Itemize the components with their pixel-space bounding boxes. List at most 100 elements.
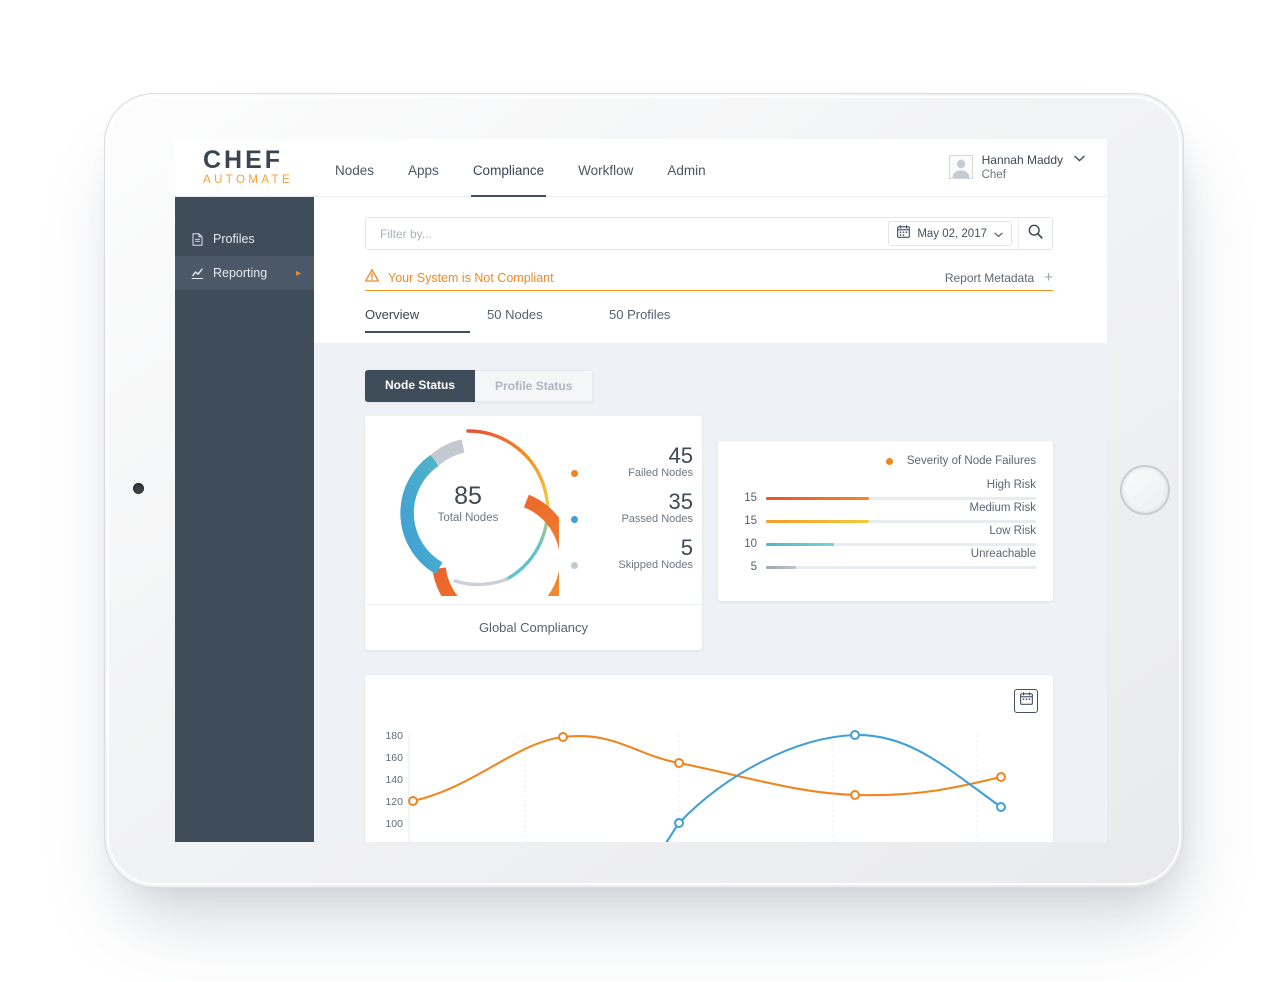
legend-item-failed: 45 Failed Nodes [571, 444, 693, 479]
severity-legend: Severity of Node Failures [885, 455, 1036, 467]
dashboard-body: Node Status Profile Status 85 Total Node… [314, 343, 1107, 842]
screenshot-scene: CHEF AUTOMATE Nodes Apps Compliance Work… [0, 0, 1282, 982]
nav-item-compliance[interactable]: Compliance [470, 143, 547, 197]
severity-name-high-risk: High Risk [986, 479, 1036, 491]
sidebar-item-reporting[interactable]: Reporting ▸ [175, 256, 314, 290]
nav-item-workflow[interactable]: Workflow [576, 143, 635, 197]
document-icon [191, 232, 204, 246]
tab-nodes[interactable]: 50 Nodes [487, 301, 609, 333]
report-metadata-toggle[interactable]: Report Metadata + [945, 270, 1053, 285]
sidebar-item-label-profiles: Profiles [213, 232, 255, 246]
user-name: Hannah Maddy [981, 152, 1063, 167]
legend-dot-passed [571, 515, 578, 523]
severity-name-unreachable: Unreachable [970, 548, 1036, 560]
severity-track-medium-risk [766, 520, 1036, 523]
calendar-icon [1019, 692, 1033, 710]
severity-track-low-risk [766, 543, 1036, 546]
user-role: Chef [981, 168, 1006, 181]
severity-value-medium-risk: 15 [744, 515, 757, 527]
brand-subtitle: AUTOMATE [203, 173, 294, 186]
search-button[interactable] [1018, 218, 1052, 249]
global-compliancy-card: 85 Total Nodes 45 Failed Nodes 35 Passed… [365, 416, 702, 650]
date-chevron-down-icon[interactable] [994, 225, 1003, 243]
legend-label-failed: Failed Nodes [628, 467, 693, 480]
calendar-icon [897, 224, 911, 243]
warning-triangle-icon [364, 268, 380, 287]
severity-rows: High Risk 15 Medium Risk 15 Low Risk 10 … [735, 479, 1036, 573]
severity-fill-low-risk [766, 543, 834, 546]
trend-chart-card: 180 160 140 120 100 80 60 [365, 675, 1053, 842]
donut-center-label: Total Nodes [437, 512, 499, 524]
severity-name-medium-risk: Medium Risk [969, 502, 1036, 514]
svg-text:80: 80 [391, 840, 403, 842]
legend-item-passed: 35 Passed Nodes [571, 490, 693, 525]
donut-chart: 85 Total Nodes [377, 424, 574, 632]
severity-row-high-risk: High Risk 15 [735, 479, 1036, 504]
toggle-node-status[interactable]: Node Status [365, 370, 476, 402]
tablet-home-button[interactable] [1120, 465, 1170, 515]
alert-message-group: Your System is Not Compliant [364, 268, 554, 287]
svg-text:120: 120 [385, 796, 403, 808]
sidebar-item-profiles[interactable]: Profiles [175, 222, 314, 256]
tab-overview[interactable]: Overview [365, 301, 487, 333]
severity-row-medium-risk: Medium Risk 15 [735, 502, 1036, 527]
severity-legend-dot [885, 457, 893, 465]
app-screen: CHEF AUTOMATE Nodes Apps Compliance Work… [175, 139, 1107, 842]
severity-track-high-risk [766, 497, 1036, 500]
trend-calendar-button[interactable] [1014, 689, 1038, 713]
status-toggle-group: Node Status Profile Status [365, 370, 594, 402]
report-metadata-label: Report Metadata [944, 270, 1035, 285]
nav-item-admin[interactable]: Admin [665, 143, 707, 197]
plus-icon[interactable]: + [1044, 270, 1053, 285]
toggle-profile-status[interactable]: Profile Status [475, 370, 594, 402]
brand-logo[interactable]: CHEF AUTOMATE [175, 147, 315, 187]
filter-input[interactable] [366, 226, 889, 241]
user-avatar-icon [948, 155, 973, 180]
compliance-alert-banner: Your System is Not Compliant Report Meta… [364, 265, 1053, 291]
app-header: CHEF AUTOMATE Nodes Apps Compliance Work… [175, 139, 1107, 197]
legend-value-failed: 45 [668, 443, 693, 468]
user-menu[interactable]: Hannah Maddy Chef [948, 152, 1107, 184]
content-header-area: May 02, 2017 [314, 197, 1107, 343]
donut-legend: 45 Failed Nodes 35 Passed Nodes 5 Skippe… [571, 444, 693, 582]
legend-dot-skipped [571, 561, 578, 569]
alert-text: Your System is Not Compliant [388, 270, 554, 285]
main-content: May 02, 2017 [314, 197, 1107, 842]
severity-card: Severity of Node Failures High Risk 15 M… [718, 441, 1053, 601]
filter-bar: May 02, 2017 [365, 217, 1053, 250]
donut-center-value: 85 [454, 482, 482, 510]
legend-label-skipped: Skipped Nodes [618, 559, 693, 572]
brand-name: CHEF [203, 146, 284, 175]
tab-profiles[interactable]: 50 Profiles [609, 301, 731, 333]
nav-item-nodes[interactable]: Nodes [333, 143, 376, 197]
user-info: Hannah Maddy Chef [982, 152, 1063, 184]
severity-fill-medium-risk [766, 520, 869, 523]
svg-text:160: 160 [385, 752, 403, 764]
chevron-down-icon[interactable] [1074, 153, 1085, 165]
legend-value-passed: 35 [668, 489, 693, 515]
severity-row-low-risk: Low Risk 10 [735, 525, 1036, 550]
severity-legend-label: Severity of Node Failures [906, 455, 1036, 467]
severity-row-unreachable: Unreachable 5 [735, 548, 1036, 573]
severity-value-unreachable: 5 [750, 561, 757, 573]
svg-text:180: 180 [385, 730, 403, 742]
legend-item-skipped: 5 Skipped Nodes [571, 536, 693, 571]
sidebar: Profiles Reporting ▸ [175, 197, 314, 842]
legend-dot-failed [571, 469, 578, 477]
main-navigation: Nodes Apps Compliance Workflow Admin [333, 139, 708, 197]
severity-track-unreachable [766, 566, 1036, 569]
severity-value-high-risk: 15 [744, 492, 757, 504]
legend-value-skipped: 5 [680, 535, 693, 561]
tablet-camera-icon [133, 483, 144, 494]
severity-name-low-risk: Low Risk [989, 525, 1036, 537]
legend-label-passed: Passed Nodes [621, 513, 693, 526]
overview-tabs: Overview 50 Nodes 50 Profiles [365, 301, 731, 333]
chart-line-icon [191, 267, 204, 280]
severity-fill-high-risk [766, 497, 869, 500]
chevron-right-icon: ▸ [295, 267, 301, 279]
nav-item-apps[interactable]: Apps [406, 143, 441, 197]
global-compliancy-label: Global Compliancy [365, 604, 702, 650]
date-picker[interactable]: May 02, 2017 [888, 221, 1012, 246]
selected-date: May 02, 2017 [917, 227, 987, 240]
severity-value-low-risk: 10 [744, 538, 757, 550]
